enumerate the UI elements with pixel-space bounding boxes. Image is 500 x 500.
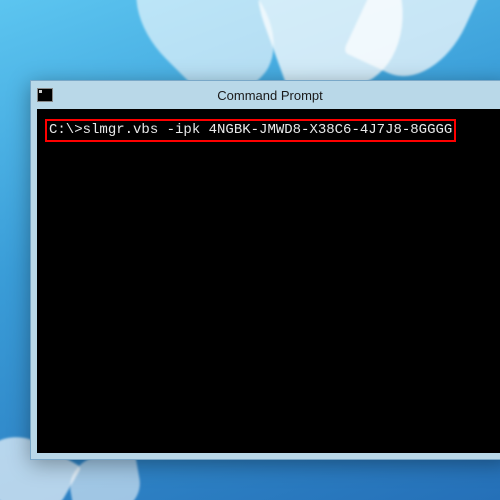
window-title: Command Prompt <box>217 88 322 103</box>
cmd-prompt: C:\> <box>49 122 83 138</box>
cmd-command-text: slmgr.vbs -ipk 4NGBK-JMWD8-X38C6-4J7J8-8… <box>83 122 453 138</box>
command-prompt-window[interactable]: Command Prompt C:\>slmgr.vbs -ipk 4NGBK-… <box>30 80 500 460</box>
cmd-output-area[interactable]: C:\>slmgr.vbs -ipk 4NGBK-JMWD8-X38C6-4J7… <box>37 109 500 453</box>
annotation-highlight: C:\>slmgr.vbs -ipk 4NGBK-JMWD8-X38C6-4J7… <box>45 119 456 142</box>
cmd-icon <box>37 88 53 102</box>
window-titlebar[interactable]: Command Prompt <box>31 81 500 109</box>
